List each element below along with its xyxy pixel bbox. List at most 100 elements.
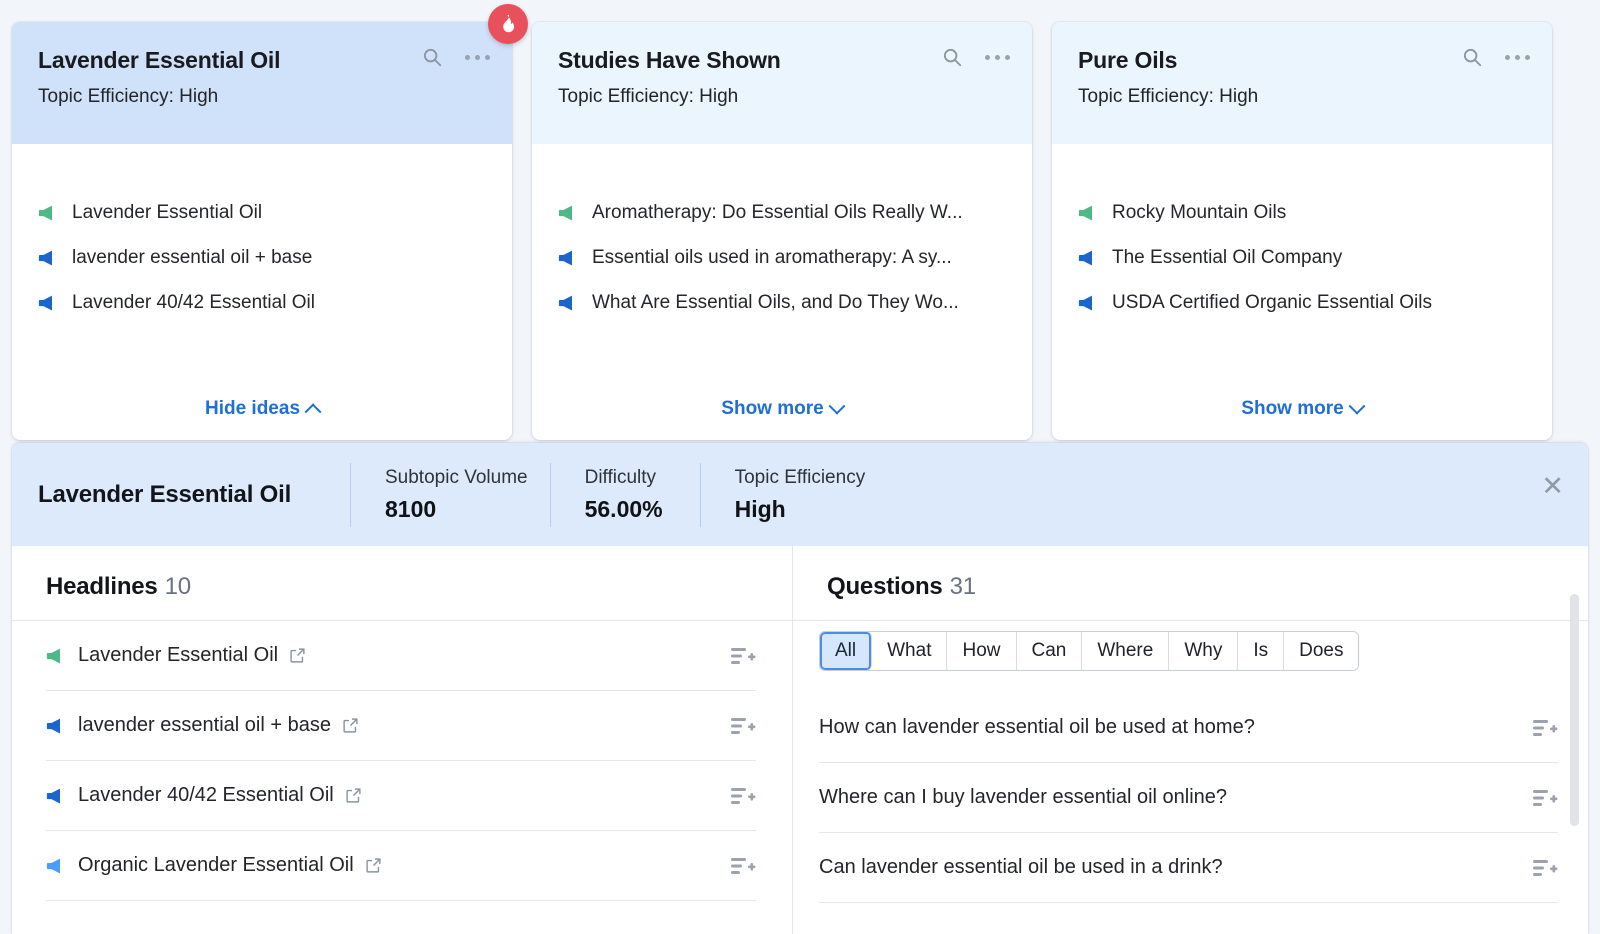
question-label: How can lavender essential oil be used a… [819,716,1532,739]
card-header: Pure Oils Topic Efficiency: High [1052,22,1552,144]
card-efficiency: Topic Efficiency: High [38,86,486,108]
card-idea-item[interactable]: USDA Certified Organic Essential Oils [1078,280,1526,325]
metric-label: Difficulty [585,467,678,489]
headlines-list: Lavender Essential Oil lavender essentia… [12,621,792,901]
card-idea-item[interactable]: Essential oils used in aromatherapy: A s… [558,235,1006,280]
external-link-icon[interactable] [342,717,359,734]
more-options-icon[interactable] [985,55,1010,60]
add-to-list-icon[interactable] [730,645,756,667]
card-idea-item[interactable]: Aromatherapy: Do Essential Oils Really W… [558,190,1006,235]
filter-how[interactable]: How [947,632,1016,670]
question-row[interactable]: How can lavender essential oil be used a… [819,693,1558,763]
card-efficiency-value: High [1219,86,1258,107]
search-icon[interactable] [941,46,963,68]
card-efficiency-label: Topic Efficiency: [1078,86,1214,107]
add-to-list-icon[interactable] [730,715,756,737]
question-row[interactable]: Where can I buy lavender essential oil o… [819,763,1558,833]
card-efficiency: Topic Efficiency: High [1078,86,1526,108]
filter-what[interactable]: What [872,632,947,670]
topic-card-studies-have-shown[interactable]: Studies Have Shown Topic Efficiency: Hig… [532,22,1032,440]
card-idea-item[interactable]: Lavender Essential Oil [38,190,486,235]
more-options-icon[interactable] [1505,55,1530,60]
headline-text-wrap: Organic Lavender Essential Oil [46,854,730,877]
card-footer: Show more [1052,378,1552,440]
headlines-header: Headlines 10 [12,546,792,621]
search-icon[interactable] [421,46,443,68]
megaphone-icon [1078,204,1099,222]
headlines-pane: Headlines 10 Lavender Essential Oil [12,546,793,934]
questions-count: 31 [950,573,976,600]
question-label: Where can I buy lavender essential oil o… [819,786,1532,809]
add-to-list-icon[interactable] [730,785,756,807]
megaphone-icon [46,647,67,665]
headline-row[interactable]: Lavender 40/42 Essential Oil [46,761,756,831]
headline-row[interactable]: lavender essential oil + base [46,691,756,761]
card-header-actions [421,46,490,68]
filter-does[interactable]: Does [1284,632,1358,670]
megaphone-icon [38,294,59,312]
headline-text-wrap: Lavender Essential Oil [46,644,730,667]
external-link-icon[interactable] [345,787,362,804]
filter-all[interactable]: All [820,632,872,670]
megaphone-icon [46,857,67,875]
add-to-list-icon[interactable] [1532,787,1558,809]
filter-where[interactable]: Where [1082,632,1169,670]
headlines-title: Headlines 10 [12,546,792,601]
headline-row[interactable]: Lavender Essential Oil [46,621,756,691]
hide-ideas-button[interactable]: Hide ideas [205,398,319,420]
metric-label: Topic Efficiency [735,467,880,489]
card-idea-label: Aromatherapy: Do Essential Oils Really W… [592,202,963,224]
megaphone-icon [46,717,67,735]
card-idea-item[interactable]: Rocky Mountain Oils [1078,190,1526,235]
chevron-down-icon [828,398,845,415]
detail-header: Lavender Essential Oil Subtopic Volume 8… [12,443,1588,546]
app-root: Lavender Essential Oil Topic Efficiency:… [0,0,1600,934]
card-idea-item[interactable]: The Essential Oil Company [1078,235,1526,280]
card-idea-item[interactable]: What Are Essential Oils, and Do They Wo.… [558,280,1006,325]
card-idea-label: What Are Essential Oils, and Do They Wo.… [592,292,959,314]
filter-can[interactable]: Can [1017,632,1083,670]
card-ideas-list: Rocky Mountain Oils The Essential Oil Co… [1052,144,1552,378]
external-link-icon[interactable] [365,857,382,874]
add-to-list-icon[interactable] [730,855,756,877]
question-row[interactable]: Can lavender essential oil be used in a … [819,833,1558,903]
headline-text-wrap: lavender essential oil + base [46,714,730,737]
megaphone-icon [46,787,67,805]
show-more-label: Show more [1241,398,1343,420]
show-more-label: Show more [721,398,823,420]
question-label: Can lavender essential oil be used in a … [819,856,1532,879]
headline-label: Lavender Essential Oil [78,644,278,667]
headline-label: lavender essential oil + base [78,714,331,737]
headline-label: Organic Lavender Essential Oil [78,854,354,877]
card-idea-item[interactable]: lavender essential oil + base [38,235,486,280]
headline-row[interactable]: Organic Lavender Essential Oil [46,831,756,901]
add-to-list-icon[interactable] [1532,857,1558,879]
card-header-actions [941,46,1010,68]
megaphone-icon [38,204,59,222]
hide-ideas-label: Hide ideas [205,398,300,420]
close-icon[interactable]: ✕ [1541,473,1564,500]
card-idea-label: USDA Certified Organic Essential Oils [1112,292,1432,314]
megaphone-icon [38,249,59,267]
headlines-title-label: Headlines [46,573,158,600]
topic-card-pure-oils[interactable]: Pure Oils Topic Efficiency: High [1052,22,1552,440]
show-more-button[interactable]: Show more [721,398,842,420]
questions-scrollbar-thumb[interactable] [1570,594,1579,826]
card-idea-label: Lavender Essential Oil [72,202,262,224]
more-options-icon[interactable] [465,55,490,60]
headlines-count: 10 [165,573,191,600]
external-link-icon[interactable] [289,647,306,664]
topic-card-lavender-essential-oil[interactable]: Lavender Essential Oil Topic Efficiency:… [12,22,512,440]
card-title: Pure Oils [1078,48,1526,73]
show-more-button[interactable]: Show more [1241,398,1362,420]
card-idea-item[interactable]: Lavender 40/42 Essential Oil [38,280,486,325]
add-to-list-icon[interactable] [1532,717,1558,739]
megaphone-icon [558,249,579,267]
card-header: Studies Have Shown Topic Efficiency: Hig… [532,22,1032,144]
topic-detail-panel: Lavender Essential Oil Subtopic Volume 8… [12,443,1588,934]
filter-is[interactable]: Is [1238,632,1284,670]
filter-why[interactable]: Why [1169,632,1238,670]
question-filter-group: All What How Can Where Why Is Does [819,631,1359,671]
questions-pane: Questions31 All What How Can Where Why I… [793,546,1588,934]
search-icon[interactable] [1461,46,1483,68]
